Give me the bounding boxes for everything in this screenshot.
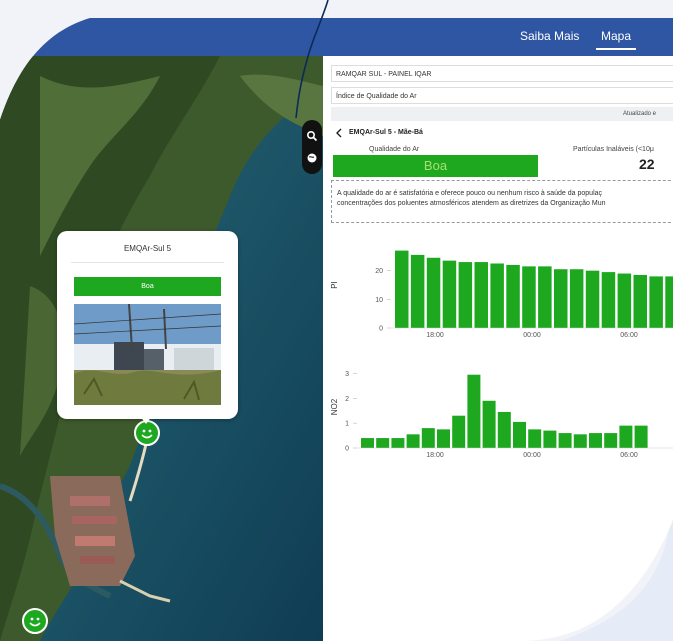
index-field[interactable]: Índice de Qualidade do Ar [331,87,673,104]
popup-title: EMQAr-Sul 5 [123,244,172,253]
bar [543,431,556,448]
bar [361,438,374,448]
y-tick-label: 0 [345,446,349,453]
bar [443,261,457,328]
bar [376,438,389,448]
bar [475,262,489,328]
y-axis-label: PI [331,281,339,289]
y-tick-label: 10 [375,297,383,304]
bar [522,266,536,328]
bar [391,438,404,448]
station-popup: EMQAr-Sul 5 Boa [57,231,238,419]
network-field[interactable]: RAMQAR SUL - PAINEL IQAR [331,65,673,82]
active-tab-indicator [596,48,636,50]
bar [407,434,420,448]
y-tick-label: 2 [345,396,349,403]
x-tick-label: 00:00 [523,332,541,339]
chevron-left-icon[interactable] [335,128,343,140]
bar [506,265,520,328]
no2-chart: NO2 0 1 2 3 18:00 00:00 06:00 [331,356,673,466]
globe-icon[interactable] [306,152,318,164]
bar [467,375,480,448]
info-panel: RAMQAR SUL - PAINEL IQAR Índice de Quali… [323,56,673,641]
bar [589,433,602,448]
bar [498,412,511,448]
popup-pointer [140,416,152,424]
updated-bar [331,107,673,121]
bar [604,433,617,448]
air-quality-badge: Boa [333,155,538,177]
pi-value: 22 [639,156,655,172]
station-marker-smiley-icon[interactable] [22,608,48,634]
nav-mapa[interactable]: Mapa [601,29,631,43]
bar [490,264,504,329]
bar [559,433,572,448]
station-name: EMQAr-Sul 5 - Mãe-Bá [349,129,423,136]
x-tick-label: 18:00 [426,452,444,459]
bar [422,428,435,448]
pi-label: Partículas Inaláveis (<10μ [573,146,654,153]
bar [452,416,465,448]
bar [649,276,663,328]
bar [437,429,450,448]
x-tick-label: 06:00 [620,452,638,459]
bar [635,426,648,448]
updated-label: Atualizado e [623,111,657,117]
bar [574,434,587,448]
bar [538,266,552,328]
bar [513,422,526,448]
station-photo [74,304,221,405]
page: Saiba Mais Mapa EMQAr-Sul 5 Boa RAMQAR S… [0,0,673,641]
bar [570,269,584,328]
y-tick-label: 20 [375,268,383,275]
popup-divider [71,262,224,263]
y-axis-label: NO2 [331,398,339,415]
x-tick-label: 18:00 [426,332,444,339]
bar [411,255,425,328]
search-icon[interactable] [306,130,318,142]
popup-status-badge: Boa [74,277,221,296]
bar [483,401,496,448]
y-tick-label: 1 [345,421,349,428]
bar [528,429,541,448]
description-line: concentrações dos poluentes atmosféricos… [337,200,606,207]
map-toolbar [302,120,322,174]
x-tick-label: 00:00 [523,452,541,459]
bar [619,426,632,448]
air-quality-description: A qualidade do ar é satisfatória e ofere… [331,180,673,223]
pi-chart: PI 0 10 20 18:00 00:00 06:00 [331,237,673,352]
bar [395,251,409,328]
bar [554,269,568,328]
y-tick-label: 0 [379,326,383,333]
bar [427,258,441,328]
bar [634,275,648,328]
bar [618,274,632,328]
description-line: A qualidade do ar é satisfatória e ofere… [337,190,603,197]
bar [665,276,673,328]
air-quality-label: Qualidade do Ar [369,146,420,153]
nav-saiba-mais[interactable]: Saiba Mais [520,29,579,43]
x-tick-label: 06:00 [620,332,638,339]
bar [586,271,600,328]
bar [602,272,616,328]
app-window: Saiba Mais Mapa EMQAr-Sul 5 Boa RAMQAR S… [0,0,673,641]
bar [459,262,473,328]
y-tick-label: 3 [345,371,349,378]
